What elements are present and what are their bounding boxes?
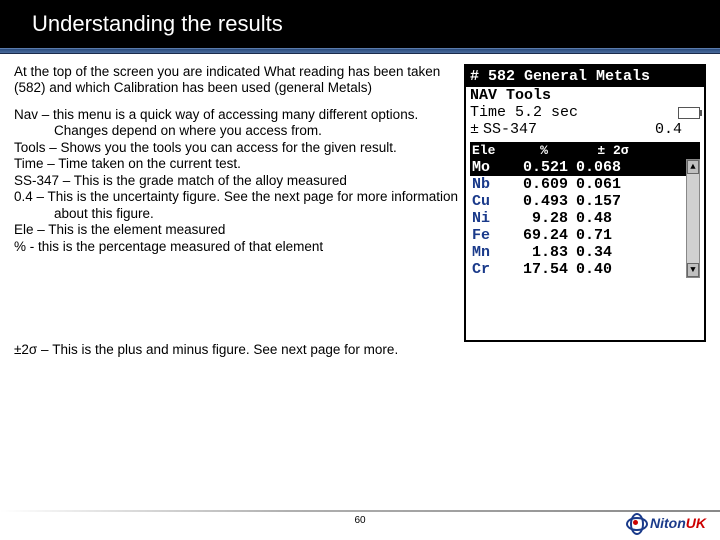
cell-sigma: 0.068: [572, 159, 646, 176]
cell-pct: 69.24: [498, 227, 572, 244]
text-column: At the top of the screen you are indicat…: [14, 64, 458, 342]
definition-item: Tools – Shows you the tools you can acce…: [14, 140, 458, 156]
device-time: Time 5.2 sec: [470, 104, 578, 121]
cell-sigma: 0.061: [572, 176, 646, 193]
battery-icon: [678, 107, 700, 119]
device-alloy-value: 0.4: [655, 121, 682, 138]
cell-ele: Ni: [470, 210, 498, 227]
cell-pct: 0.609: [498, 176, 572, 193]
intro-paragraph: At the top of the screen you are indicat…: [14, 64, 458, 97]
col-sigma: ± 2σ: [578, 143, 648, 158]
content-area: At the top of the screen you are indicat…: [0, 54, 720, 342]
cell-sigma: 0.157: [572, 193, 646, 210]
table-row: Fe69.240.71: [470, 227, 686, 244]
definition-item: 0.4 – This is the uncertainty figure. Se…: [14, 189, 458, 222]
device-alloy: SS-347: [483, 121, 537, 138]
cell-ele: Cr: [470, 261, 498, 278]
logo-uk: UK: [686, 515, 706, 531]
definition-item: Time – Time taken on the current test.: [14, 156, 458, 172]
cell-pct: 0.493: [498, 193, 572, 210]
cell-pct: 0.521: [498, 159, 572, 176]
table-header: Ele % ± 2σ: [470, 142, 700, 159]
col-pct: %: [510, 143, 578, 158]
cell-ele: Nb: [470, 176, 498, 193]
logo-niton: Niton: [650, 515, 686, 531]
cell-sigma: 0.48: [572, 210, 646, 227]
table-row: Nb0.6090.061: [470, 176, 686, 193]
col-ele: Ele: [472, 143, 510, 158]
last-definition: ±2σ – This is the plus and minus figure.…: [0, 342, 720, 357]
device-time-row: Time 5.2 sec: [466, 104, 704, 121]
table-row: Ni9.280.48: [470, 210, 686, 227]
table-row: Mo0.5210.068: [470, 159, 686, 176]
cell-ele: Cu: [470, 193, 498, 210]
cell-sigma: 0.71: [572, 227, 646, 244]
logo-text: NitonUK: [650, 515, 706, 531]
table-body: Mo0.5210.068Nb0.6090.061Cu0.4930.157Ni9.…: [470, 159, 686, 278]
table-row: Cu0.4930.157: [470, 193, 686, 210]
device-header: # 582 General Metals: [466, 66, 704, 87]
table-row: Cr17.540.40: [470, 261, 686, 278]
table-row: Mn1.830.34: [470, 244, 686, 261]
definitions-list: Nav – this menu is a quick way of access…: [14, 107, 458, 255]
device-nav-row: NAV Tools: [466, 87, 704, 104]
definition-item: % - this is the percentage measured of t…: [14, 239, 458, 255]
scrollbar[interactable]: ▲ ▼: [686, 159, 700, 278]
cell-pct: 1.83: [498, 244, 572, 261]
cell-ele: Mo: [470, 159, 498, 176]
cell-ele: Mn: [470, 244, 498, 261]
atom-icon: [625, 512, 647, 534]
footer-line: [0, 510, 720, 512]
plus-minus-icon: ±: [470, 121, 479, 138]
cell-ele: Fe: [470, 227, 498, 244]
title-bar: Understanding the results: [0, 0, 720, 48]
cell-sigma: 0.40: [572, 261, 646, 278]
definition-item: Ele – This is the element measured: [14, 222, 458, 238]
logo: NitonUK: [625, 512, 706, 534]
table-wrap: Mo0.5210.068Nb0.6090.061Cu0.4930.157Ni9.…: [470, 159, 700, 278]
definition-item: Nav – this menu is a quick way of access…: [14, 107, 458, 140]
definition-item: SS-347 – This is the grade match of the …: [14, 173, 458, 189]
scroll-down-icon[interactable]: ▼: [687, 263, 699, 277]
cell-sigma: 0.34: [572, 244, 646, 261]
device-screenshot: # 582 General Metals NAV Tools Time 5.2 …: [464, 64, 706, 342]
cell-pct: 9.28: [498, 210, 572, 227]
footer: NitonUK: [0, 510, 720, 540]
device-alloy-row: ± SS-347 0.4: [466, 121, 704, 138]
scroll-up-icon[interactable]: ▲: [687, 160, 699, 174]
cell-pct: 17.54: [498, 261, 572, 278]
page-title: Understanding the results: [32, 11, 283, 37]
